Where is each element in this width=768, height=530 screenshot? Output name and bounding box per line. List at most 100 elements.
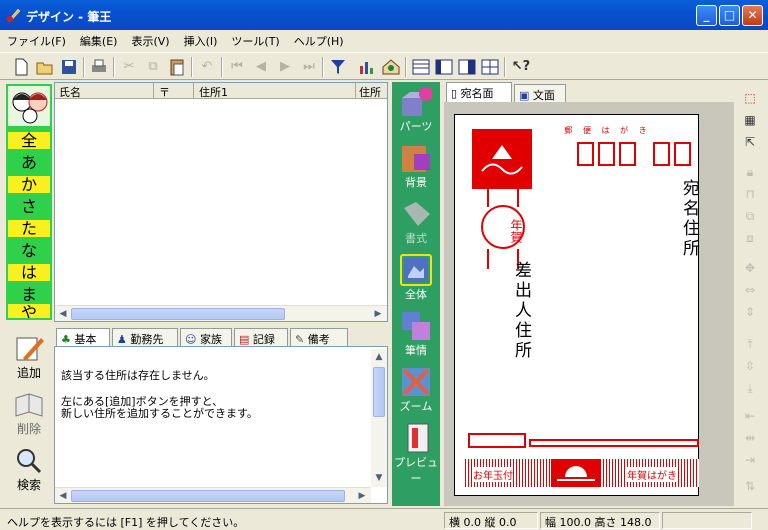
- addressee-placeholder[interactable]: 宛名住所: [677, 179, 702, 259]
- postcard[interactable]: 郵 便 は が き 年賀 宛名住所 差出人住所 お年玉付 年賀はがき: [454, 114, 699, 496]
- align-h-icon[interactable]: ⇔: [739, 280, 761, 300]
- scroll-left-icon[interactable]: ◀: [56, 307, 70, 321]
- delete-button[interactable]: 削除: [6, 390, 52, 437]
- index-tab-a[interactable]: あ: [8, 154, 50, 171]
- move-icon[interactable]: ✥: [739, 258, 761, 278]
- scroll-thumb[interactable]: [373, 367, 385, 417]
- menu-file[interactable]: ファイル(F): [0, 30, 73, 49]
- index-tab-ma[interactable]: ま: [8, 286, 50, 303]
- align-top-icon[interactable]: ⤒: [739, 334, 761, 354]
- lock-icon[interactable]: 🔒︎: [739, 162, 761, 182]
- index-tab-sa[interactable]: さ: [8, 198, 50, 215]
- tab-basic[interactable]: ♣ 基本: [56, 328, 110, 347]
- column-address1[interactable]: 住所1: [199, 84, 228, 100]
- distribute-left-icon[interactable]: ⇤: [739, 406, 761, 426]
- menu-edit[interactable]: 編集(E): [73, 30, 125, 49]
- layout-quad-icon[interactable]: [479, 56, 501, 78]
- resize-icon[interactable]: ⇱: [739, 132, 761, 152]
- tab-family[interactable]: ☺ 家族: [180, 328, 232, 346]
- next-record-icon[interactable]: ▶: [274, 56, 296, 78]
- tab-office[interactable]: ♟ 勤務先: [112, 328, 178, 346]
- flip-icon[interactable]: ⇅: [739, 476, 761, 496]
- scroll-thumb[interactable]: [71, 490, 345, 502]
- scroll-thumb[interactable]: [71, 308, 285, 320]
- index-tab-ya[interactable]: や: [8, 304, 50, 318]
- chart-icon[interactable]: [355, 56, 377, 78]
- frame-icon[interactable]: ⬚: [739, 88, 761, 108]
- info-hscrollbar[interactable]: ◀ ▶: [55, 487, 371, 503]
- paste-icon[interactable]: [166, 56, 188, 78]
- postal-box-5: [674, 142, 691, 166]
- index-tab-na[interactable]: な: [8, 242, 50, 259]
- unlock-icon[interactable]: ⊓: [739, 184, 761, 204]
- index-tab-all[interactable]: 全: [8, 132, 50, 149]
- menu-tools[interactable]: ツール(T): [224, 30, 286, 49]
- send-back-icon[interactable]: ⧈: [739, 228, 761, 248]
- copy-icon[interactable]: ⧉: [142, 56, 164, 78]
- scroll-left-icon[interactable]: ◀: [56, 489, 70, 503]
- cut-icon[interactable]: ✂: [118, 56, 140, 78]
- index-tab-ha[interactable]: は: [8, 264, 50, 281]
- tab-notes[interactable]: ✎ 備考: [290, 328, 348, 346]
- undo-icon[interactable]: ↶: [196, 56, 218, 78]
- layout-split-icon[interactable]: [433, 56, 455, 78]
- first-record-icon[interactable]: ⏮: [226, 56, 248, 78]
- palette-layout[interactable]: 筆情: [394, 310, 438, 362]
- tab-records[interactable]: ▤ 記録: [234, 328, 288, 346]
- context-help-icon[interactable]: ↖?: [510, 56, 532, 78]
- tab-address-side[interactable]: ▯ 宛名面: [446, 82, 512, 102]
- palette-background[interactable]: 背景: [394, 142, 438, 194]
- menu-insert[interactable]: 挿入(I): [177, 30, 225, 49]
- search-button[interactable]: 検索: [6, 446, 52, 493]
- open-folder-icon[interactable]: [34, 56, 56, 78]
- column-name[interactable]: 氏名: [59, 84, 81, 100]
- index-tab-ta[interactable]: た: [8, 220, 50, 237]
- maximize-button[interactable]: □: [719, 5, 740, 26]
- align-middle-icon[interactable]: ⇳: [739, 356, 761, 376]
- palette-zoom[interactable]: ズーム: [394, 366, 438, 418]
- layout-list-icon[interactable]: [410, 56, 432, 78]
- grid-icon[interactable]: ▦: [739, 110, 761, 130]
- align-v-icon[interactable]: ⇕: [739, 302, 761, 322]
- scroll-down-icon[interactable]: ▼: [372, 471, 386, 485]
- scroll-right-icon[interactable]: ▶: [371, 307, 385, 321]
- sender-placeholder[interactable]: 差出人住所: [509, 261, 534, 361]
- palette-parts[interactable]: パーツ: [394, 86, 438, 138]
- info-tabs: ♣ 基本 ♟ 勤務先 ☺ 家族 ▤ 記録 ✎ 備考: [56, 328, 388, 347]
- people-icon: [8, 86, 50, 126]
- align-bottom-icon[interactable]: ⤓: [739, 378, 761, 398]
- palette-whole[interactable]: 全体: [394, 254, 438, 306]
- info-vscrollbar[interactable]: ▲ ▼: [371, 349, 387, 487]
- palette-preview[interactable]: プレビュー: [394, 422, 438, 485]
- scroll-up-icon[interactable]: ▲: [372, 350, 386, 364]
- distribute-right-icon[interactable]: ⇥: [739, 450, 761, 470]
- print-icon[interactable]: [88, 56, 110, 78]
- design-canvas[interactable]: 郵 便 は が き 年賀 宛名住所 差出人住所 お年玉付 年賀はがき: [444, 102, 734, 506]
- save-icon[interactable]: [58, 56, 80, 78]
- filter-icon[interactable]: [327, 56, 349, 78]
- menu-view[interactable]: 表示(V): [124, 30, 176, 49]
- add-label: 追加: [16, 366, 41, 380]
- layout-icon: [400, 310, 432, 342]
- layout-preview-icon[interactable]: [456, 56, 478, 78]
- distribute-center-icon[interactable]: ⇹: [739, 428, 761, 448]
- home-icon[interactable]: [380, 56, 402, 78]
- last-record-icon[interactable]: ⏭: [298, 56, 320, 78]
- index-tab-ka[interactable]: か: [8, 176, 50, 193]
- previous-record-icon[interactable]: ◀: [250, 56, 272, 78]
- tab-message-side[interactable]: ▣ 文面: [514, 84, 566, 102]
- close-button[interactable]: ✕: [742, 5, 763, 26]
- column-postal[interactable]: 〒: [159, 84, 170, 100]
- menu-help[interactable]: ヘルプ(H): [287, 30, 351, 49]
- add-button[interactable]: 追加: [6, 334, 52, 381]
- palette-format[interactable]: 書式: [394, 198, 438, 250]
- new-file-icon[interactable]: [10, 56, 32, 78]
- bring-front-icon[interactable]: ⧉: [739, 206, 761, 226]
- address-list[interactable]: 氏名 〒 住所1 住所 ◀ ▶: [54, 82, 388, 322]
- address-list-hscrollbar[interactable]: ◀ ▶: [55, 305, 387, 321]
- scroll-right-icon[interactable]: ▶: [355, 489, 369, 503]
- minimize-button[interactable]: _: [696, 5, 717, 26]
- status-help-text: ヘルプを表示するには [F1] を押してください。: [7, 516, 245, 529]
- sprout-icon: ♣: [61, 333, 71, 346]
- column-address[interactable]: 住所: [359, 84, 381, 100]
